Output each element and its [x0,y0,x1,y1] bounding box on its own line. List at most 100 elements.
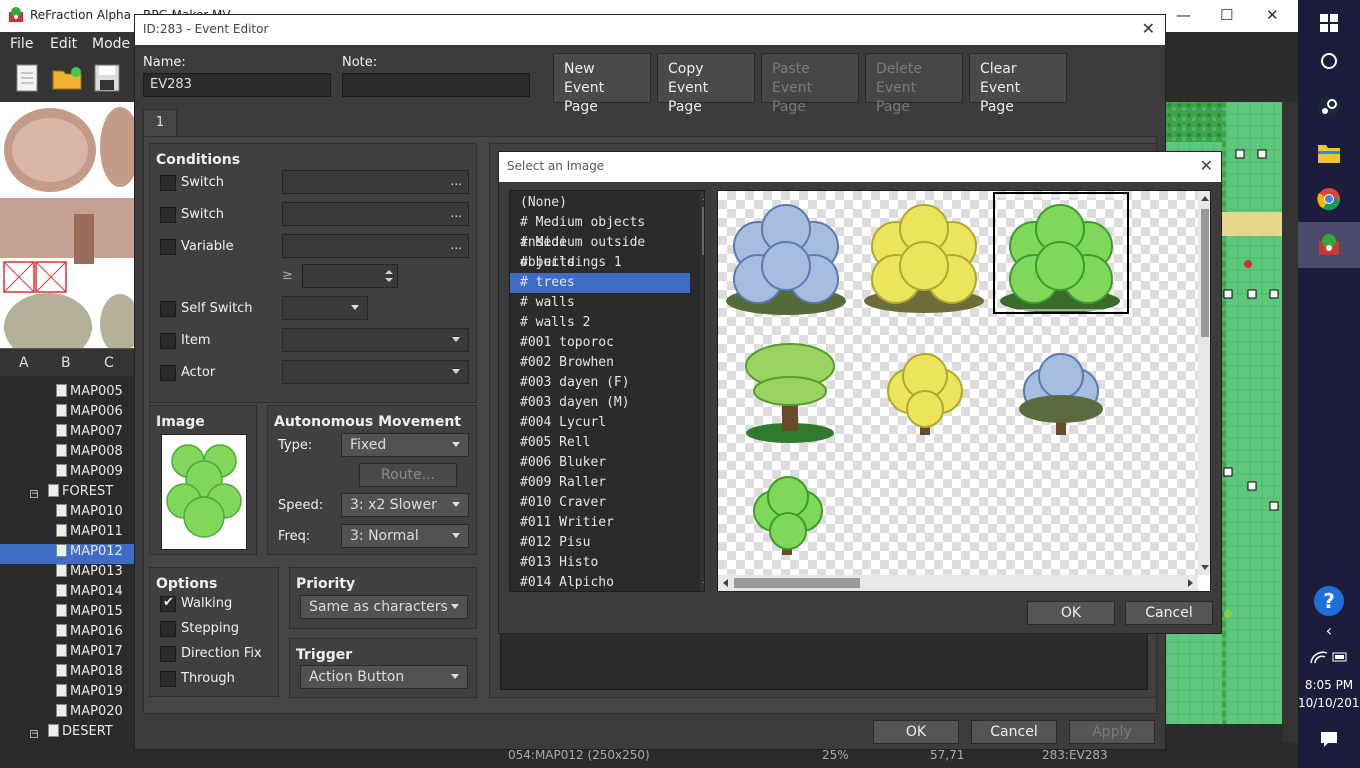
new-event-page-button[interactable]: New Event Page [553,53,651,115]
image-list-item[interactable]: (None) [510,193,690,213]
image-list-item[interactable]: #004 Lycurl [510,413,690,433]
image-list-scrollbar[interactable] [700,191,704,591]
rpg-maker-taskbar-icon[interactable] [1298,222,1360,268]
image-list-item[interactable]: # walls 2 [510,313,690,333]
tree-folder[interactable]: − FOREST [0,484,134,504]
apply-button[interactable]: Apply [1069,720,1155,744]
tileset-palette[interactable] [0,102,134,348]
ok-button[interactable]: OK [873,720,959,744]
image-list-item[interactable]: #006 Bluker [510,453,690,473]
route-button[interactable]: Route... [359,463,457,487]
freq-dropdown[interactable]: 3: Normal [341,524,469,548]
through-checkbox[interactable] [160,671,176,687]
close-icon[interactable]: ✕ [1266,6,1279,24]
speed-dropdown[interactable]: 3: x2 Slower [341,493,469,517]
sprite-sheet[interactable] [718,191,1198,575]
tree-item[interactable]: MAP013 [0,564,134,584]
tab-a[interactable]: A [19,355,29,371]
image-list-item[interactable]: #003 dayen (F) [510,373,690,393]
self-switch-dropdown[interactable] [282,296,368,320]
image-list-item[interactable]: #014 Alpicho [510,573,690,591]
image-list-item[interactable]: # walls [510,293,690,313]
type-dropdown[interactable]: Fixed [341,433,469,457]
preview-vertical-scrollbar[interactable] [1198,191,1210,575]
tree-item[interactable]: MAP018 [0,664,134,684]
tree-item[interactable]: MAP010 [0,504,134,524]
image-list-item[interactable]: #002 Browhen [510,353,690,373]
tree-item[interactable]: MAP008 [0,444,134,464]
walking-checkbox[interactable] [160,595,176,612]
image-list-item[interactable]: # Medium objects inside [510,213,690,250]
tree-item[interactable]: MAP005 [0,384,134,404]
name-field[interactable]: EV283 [143,73,331,97]
image-list-item[interactable]: #011 Writier [510,513,690,533]
switch2-selector[interactable]: ... [282,202,469,226]
tab-page-1[interactable]: 1 [143,109,177,137]
menu-edit[interactable]: Edit [50,36,77,52]
image-list-item[interactable]: #001 toporoc [510,333,690,353]
tree-item[interactable]: MAP012 [0,544,134,564]
image-list-item[interactable]: #012 Pisu [510,533,690,553]
switch1-checkbox[interactable] [160,175,176,191]
variable-checkbox[interactable] [160,239,176,255]
select-image-cancel-button[interactable]: Cancel [1125,601,1213,625]
priority-dropdown[interactable]: Same as characters [300,595,468,619]
tree-item[interactable]: MAP009 [0,464,134,484]
image-list-item[interactable]: #010 Craver [510,493,690,513]
note-field[interactable] [342,73,530,97]
menu-file[interactable]: File [10,36,33,52]
tree-item[interactable]: MAP011 [0,524,134,544]
tab-c[interactable]: C [104,355,114,371]
switch1-selector[interactable]: ... [282,170,469,194]
tree-item[interactable]: MAP016 [0,624,134,644]
minimize-icon[interactable]: — [1176,6,1191,24]
actor-dropdown[interactable] [282,360,469,384]
image-list-item[interactable]: # trees [510,273,690,293]
item-checkbox[interactable] [160,333,176,349]
tree-folder[interactable]: − DESERT [0,724,134,744]
close-icon[interactable]: ✕ [1200,156,1213,175]
image-list-item[interactable]: #005 Rell [510,433,690,453]
maximize-icon[interactable]: ☐ [1220,6,1233,24]
tree-item[interactable]: MAP015 [0,604,134,624]
item-dropdown[interactable] [282,328,469,352]
copy-event-page-button[interactable]: Copy Event Page [657,53,755,115]
trigger-dropdown[interactable]: Action Button [300,665,468,689]
tree-item[interactable]: MAP019 [0,684,134,704]
preview-horizontal-scrollbar[interactable] [718,575,1198,591]
variable-selector[interactable]: ... [282,234,469,258]
image-list-item[interactable]: #009 Raller [510,473,690,493]
tab-b[interactable]: B [61,355,71,371]
clear-event-page-button[interactable]: Clear Event Page [969,53,1067,115]
collapse-icon[interactable]: − [30,490,39,499]
select-image-ok-button[interactable]: OK [1027,601,1115,625]
file-explorer-icon[interactable] [1298,130,1360,176]
actor-checkbox[interactable] [160,365,176,381]
tree-item[interactable]: MAP014 [0,584,134,604]
notification-icon[interactable] [1298,716,1360,762]
clock-time[interactable]: 8:05 PM [1298,678,1360,692]
image-list-item[interactable]: # Medium outside objects [510,233,690,270]
tree-item[interactable]: MAP006 [0,404,134,424]
paste-event-page-button[interactable]: Paste Event Page [761,53,859,115]
open-folder-icon[interactable] [52,66,82,90]
tree-item[interactable]: MAP020 [0,704,134,724]
steam-icon[interactable] [1298,84,1360,130]
chrome-icon[interactable] [1298,176,1360,222]
clock-date[interactable]: 10/10/2018 [1298,696,1360,710]
cancel-button[interactable]: Cancel [971,720,1057,744]
menu-mode[interactable]: Mode [92,36,130,52]
event-image-preview[interactable] [161,434,247,550]
image-list-item[interactable]: #003 dayen (M) [510,393,690,413]
delete-event-page-button[interactable]: Delete Event Page [865,53,963,115]
close-icon[interactable]: ✕ [1142,19,1155,38]
cortana-icon[interactable] [1298,38,1360,84]
network-battery-icon[interactable] [1298,634,1360,680]
map-vertical-scrollbar[interactable] [1282,102,1298,742]
tree-item[interactable]: MAP017 [0,644,134,664]
image-list-item[interactable]: # buildings 1 [510,253,690,273]
tree-item[interactable]: MAP007 [0,424,134,444]
new-file-icon[interactable] [14,64,40,92]
self-switch-checkbox[interactable] [160,301,176,317]
variable-value-spinner[interactable] [302,264,398,288]
